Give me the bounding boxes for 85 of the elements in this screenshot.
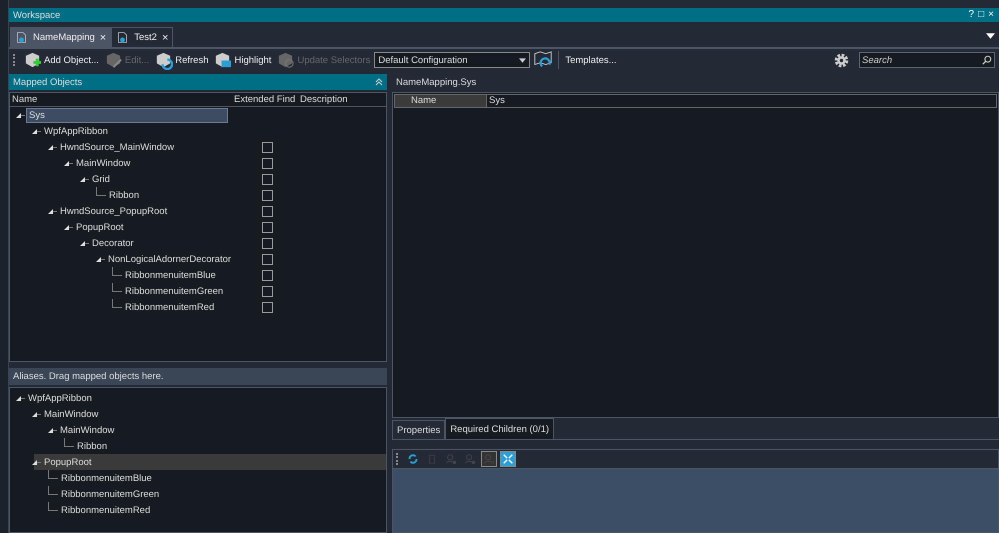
map-refresh-icon[interactable]: [533, 50, 554, 70]
expand-arrow-icon[interactable]: [96, 256, 101, 262]
tool-button[interactable]: [500, 451, 516, 467]
window-title: Workspace: [13, 10, 62, 20]
panel-title: Mapped Objects: [13, 76, 82, 88]
tree-item[interactable]: WpfAppRibbon: [42, 124, 110, 138]
window-control[interactable]: □: [977, 9, 986, 21]
expand-arrow-icon[interactable]: [64, 160, 69, 166]
checkbox[interactable]: [262, 142, 273, 152]
expand-arrow-icon[interactable]: [16, 396, 21, 400]
tree-row[interactable]: RibbonmenuitemRed: [10, 502, 386, 518]
templates-button[interactable]: Templates...: [564, 54, 618, 66]
checkbox[interactable]: [262, 174, 273, 184]
expand-arrow-icon[interactable]: [80, 176, 85, 182]
tree-item[interactable]: MainWindow: [74, 156, 132, 170]
tree-item[interactable]: Decorator: [90, 236, 136, 250]
checkbox[interactable]: [262, 206, 273, 216]
checkbox[interactable]: [262, 238, 273, 248]
document-tab[interactable]: Test2 ×: [111, 27, 174, 47]
person-icon: [483, 453, 495, 465]
checkbox[interactable]: [262, 254, 273, 264]
refresh-icon: [407, 453, 419, 465]
tree-row[interactable]: MainWindow: [10, 406, 386, 422]
document-icon: [15, 31, 28, 44]
column-header[interactable]: Description: [300, 94, 348, 105]
tree-item[interactable]: RibbonmenuitemGreen: [123, 284, 226, 298]
expand-arrow-icon[interactable]: [32, 412, 37, 416]
expand-arrow-icon[interactable]: [48, 144, 53, 150]
collapse-icon[interactable]: [375, 78, 383, 86]
person-icon: [445, 453, 457, 465]
tree-item[interactable]: Sys: [26, 108, 228, 122]
tree-item[interactable]: Ribbon: [107, 188, 142, 202]
toolbar-button[interactable]: Highlight: [212, 50, 272, 70]
expand-arrow-icon[interactable]: [48, 208, 53, 214]
expand-arrow-icon[interactable]: [80, 240, 85, 246]
toolbar-button[interactable]: Refresh: [153, 50, 210, 70]
tree-item[interactable]: Grid: [90, 172, 112, 186]
tree-row[interactable]: RibbonmenuitemGreen: [10, 486, 386, 502]
column-header[interactable]: Name: [10, 94, 234, 105]
window-control[interactable]: ?: [968, 9, 976, 21]
configuration-dropdown[interactable]: Default Configuration: [374, 52, 530, 68]
panel-title: Aliases. Drag mapped objects here.: [13, 371, 164, 382]
tree-row[interactable]: RibbonmenuitemBlue: [10, 470, 386, 486]
property-name: Name: [395, 95, 486, 107]
tree-row[interactable]: Ribbon: [10, 438, 386, 454]
search-icon: [982, 55, 992, 65]
expand-arrow-icon[interactable]: [32, 460, 37, 464]
panel-tab[interactable]: Required Children (0/1): [445, 418, 554, 439]
add-cube-icon: [23, 50, 42, 70]
tree-item[interactable]: HwndSource_MainWindow: [58, 140, 176, 154]
checkbox[interactable]: [262, 190, 273, 200]
checkbox[interactable]: [262, 270, 273, 280]
checkbox[interactable]: [262, 286, 273, 296]
dropdown-arrow-icon[interactable]: [986, 33, 995, 39]
column-header[interactable]: Extended Find: [234, 94, 300, 105]
refresh-cube-icon: [154, 50, 174, 70]
checkbox[interactable]: [262, 222, 273, 232]
expand-icon: [502, 453, 514, 465]
tree-row[interactable]: WpfAppRibbon: [10, 390, 386, 406]
highlight-cube-icon: [213, 50, 232, 70]
close-icon[interactable]: ×: [162, 32, 168, 44]
settings-icon[interactable]: [833, 52, 850, 68]
close-icon[interactable]: ×: [100, 32, 106, 44]
update-cube-icon: [276, 50, 296, 70]
expand-arrow-icon[interactable]: [48, 428, 53, 432]
tree-item[interactable]: RibbonmenuitemBlue: [123, 268, 218, 282]
checkbox[interactable]: [262, 302, 273, 312]
expand-arrow-icon[interactable]: [64, 224, 69, 230]
checkbox[interactable]: [262, 158, 273, 168]
document-icon: [116, 31, 130, 44]
expand-arrow-icon[interactable]: [32, 128, 37, 134]
caret-icon: [519, 58, 526, 62]
document-tab[interactable]: NameMapping ×: [10, 27, 112, 47]
panel-title: NameMapping.Sys: [395, 76, 478, 90]
tree-row[interactable]: PopupRoot: [34, 454, 386, 470]
window-control[interactable]: ×: [987, 9, 995, 21]
toolbar-button[interactable]: Add Object...: [22, 50, 100, 70]
tree-item[interactable]: PopupRoot: [74, 220, 126, 234]
tree-item[interactable]: NonLogicalAdornerDecorator: [106, 252, 234, 266]
expand-arrow-icon[interactable]: [16, 112, 21, 118]
tree-item[interactable]: RibbonmenuitemRed: [123, 300, 216, 314]
tree-item[interactable]: HwndSource_PopupRoot: [58, 204, 170, 218]
person-icon: [464, 453, 476, 465]
tree-row[interactable]: MainWindow: [10, 422, 386, 438]
search-field[interactable]: Search: [859, 52, 995, 68]
